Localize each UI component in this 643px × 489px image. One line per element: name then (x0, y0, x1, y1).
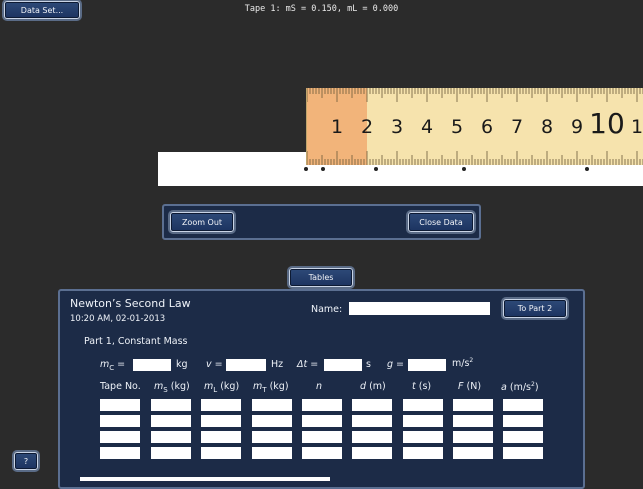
table-cell[interactable] (201, 399, 241, 411)
table-cell[interactable] (201, 415, 241, 427)
g-input[interactable] (408, 359, 446, 371)
tables-tab-button[interactable]: Tables (289, 268, 353, 287)
table-cell[interactable] (252, 431, 292, 443)
table-cell[interactable] (302, 415, 342, 427)
col-d: d (m) (360, 381, 386, 392)
zoom-out-button[interactable]: Zoom Out (170, 212, 234, 232)
table-cell[interactable] (302, 399, 342, 411)
name-input[interactable] (349, 302, 490, 315)
table-cell[interactable] (403, 399, 443, 411)
ruler-number: 1 (631, 116, 643, 138)
col-a: a (m/s2) (501, 381, 539, 394)
mc-input[interactable] (133, 359, 171, 371)
table-cell[interactable] (453, 447, 493, 459)
table-cell[interactable] (151, 447, 191, 459)
table-cell[interactable] (252, 447, 292, 459)
table-cell[interactable] (100, 447, 140, 459)
data-table-panel: Newton’s Second Law 10:20 AM, 02-01-2013… (58, 289, 585, 489)
dt-label: Δt = (297, 359, 319, 370)
table-cell[interactable] (453, 399, 493, 411)
ruler-number: 7 (511, 116, 523, 138)
table-cell[interactable] (503, 447, 543, 459)
ruler-number: 4 (421, 116, 433, 138)
ruler-number: 5 (451, 116, 463, 138)
ruler-number: 2 (361, 116, 373, 138)
ruler-number: 9 (571, 116, 583, 138)
bottom-scrollbar[interactable] (80, 477, 330, 481)
tape-dot (304, 167, 308, 171)
panel-title: Newton’s Second Law (70, 297, 191, 310)
table-cell[interactable] (201, 447, 241, 459)
v-label: v = (206, 359, 223, 370)
table-cell[interactable] (302, 431, 342, 443)
col-mt: mT (kg) (253, 381, 289, 394)
table-cell[interactable] (252, 415, 292, 427)
mc-unit: kg (176, 359, 188, 370)
col-ml: mL (kg) (204, 381, 240, 394)
table-cell[interactable] (352, 431, 392, 443)
table-cell[interactable] (252, 399, 292, 411)
tape-dot (374, 167, 378, 171)
table-cell[interactable] (100, 399, 140, 411)
table-cell[interactable] (403, 415, 443, 427)
dt-unit: s (366, 359, 371, 370)
ruler-number: 8 (541, 116, 553, 138)
table-cell[interactable] (503, 431, 543, 443)
table-cell[interactable] (352, 415, 392, 427)
table-cell[interactable] (403, 447, 443, 459)
table-cell[interactable] (151, 399, 191, 411)
ruler-number: 3 (391, 116, 403, 138)
mc-label: mC = (100, 359, 126, 372)
table-cell[interactable] (302, 447, 342, 459)
timestamp: 10:20 AM, 02-01-2013 (70, 314, 166, 324)
part-heading: Part 1, Constant Mass (84, 336, 188, 347)
col-t: t (s) (412, 381, 432, 392)
g-unit: m/s2 (452, 357, 474, 370)
table-cell[interactable] (100, 415, 140, 427)
dt-input[interactable] (324, 359, 362, 371)
table-cell[interactable] (151, 415, 191, 427)
table-cell[interactable] (503, 399, 543, 411)
tape-dot (321, 167, 325, 171)
table-cell[interactable] (453, 415, 493, 427)
table-cell[interactable] (403, 431, 443, 443)
tape-status-text: Tape 1: mS = 0.150, mL = 0.000 (244, 4, 399, 14)
col-f: F (N) (458, 381, 482, 392)
table-cell[interactable] (453, 431, 493, 443)
v-input[interactable] (226, 359, 266, 371)
g-label: g = (387, 359, 405, 370)
col-ms: mS (kg) (154, 381, 190, 394)
ruler-number: 6 (481, 116, 493, 138)
table-cell[interactable] (151, 431, 191, 443)
close-data-button[interactable]: Close Data (408, 212, 474, 232)
v-unit: Hz (271, 359, 284, 370)
name-label: Name: (311, 304, 343, 315)
measuring-ruler[interactable]: 1 2 3 4 5 6 7 8 9 10 1 (306, 88, 643, 165)
ruler-number: 10 (589, 107, 625, 140)
col-tape-no: Tape No. (100, 381, 141, 392)
table-cell[interactable] (503, 415, 543, 427)
ruler-graphic: 1 2 3 4 5 6 7 8 9 10 1 (307, 88, 643, 165)
help-button[interactable]: ? (14, 452, 38, 470)
col-n: n (316, 381, 323, 392)
table-cell[interactable] (201, 431, 241, 443)
table-cell[interactable] (352, 447, 392, 459)
tape-dot (585, 167, 589, 171)
to-part-2-button[interactable]: To Part 2 (503, 299, 567, 318)
ruler-number: 1 (331, 116, 343, 138)
table-cell[interactable] (100, 431, 140, 443)
tape-dot (462, 167, 466, 171)
table-cell[interactable] (352, 399, 392, 411)
